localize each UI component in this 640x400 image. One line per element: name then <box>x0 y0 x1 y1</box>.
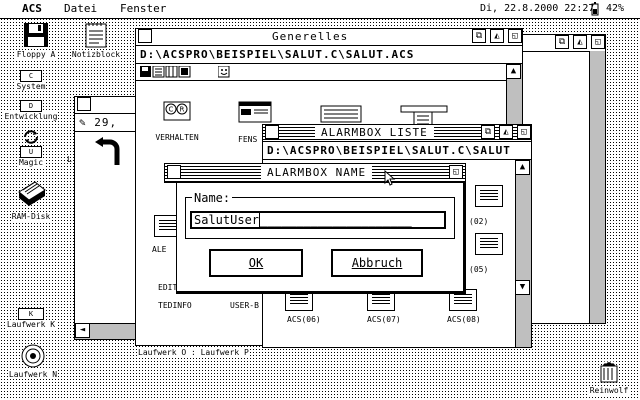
dialog-title: ALARMBOX NAME <box>261 166 373 179</box>
resize-box-icon[interactable]: ◱ <box>449 165 463 179</box>
alert-item-icon[interactable] <box>475 185 503 207</box>
horizontal-scrollbar[interactable]: ◄ <box>75 323 141 339</box>
scroll-down-arrow-icon[interactable]: ▼ <box>515 280 530 295</box>
ok-button[interactable]: OK <box>209 249 303 277</box>
dialog-object-icon[interactable] <box>320 105 362 123</box>
close-box-icon[interactable] <box>167 165 181 179</box>
magic-cycle-icon <box>24 130 38 144</box>
vertical-scrollbar[interactable] <box>589 51 605 323</box>
cd-icon <box>21 344 45 368</box>
window-background-right[interactable]: ⧉ ◭ ◱ <box>522 34 606 324</box>
full-box-icon[interactable]: ◭ <box>490 29 504 43</box>
resize-box-icon[interactable]: ◱ <box>508 29 522 43</box>
iconify-box-icon[interactable]: ⧉ <box>481 125 495 139</box>
window-path: D:\ACSPRO\BEISPIEL\SALUT.C\SALUT <box>263 142 531 160</box>
scroll-up-arrow-icon[interactable]: ▲ <box>506 64 521 79</box>
dialog-titlebar-frame[interactable]: ALARMBOX NAME ◱ <box>164 163 466 183</box>
desktop-icon-entwicklung[interactable]: D Entwicklung <box>0 100 62 121</box>
desktop: ACS Datei Fenster Di, 22.8.2000 22:27 42… <box>0 0 640 400</box>
window-titlebar[interactable]: ALARMBOX LISTE ⧉ ◭ ◱ <box>263 125 531 142</box>
desktop-icon-ram-disk[interactable]: RAM-Disk <box>4 176 58 221</box>
trash-wolf-icon <box>600 360 618 383</box>
undo-arrow-icon <box>95 137 120 165</box>
menu-acs[interactable]: ACS <box>22 0 42 18</box>
clock: Di, 22.8.2000 22:27 <box>480 3 595 14</box>
iconify-box-icon[interactable]: ⧉ <box>555 35 569 49</box>
window-path: D:\ACSPRO\BEISPIEL\SALUT.C\SALUT.ACS <box>136 46 522 64</box>
name-field-frame: Name: SalutUser_____________________ <box>185 191 455 239</box>
drive-u-icon: U <box>20 146 42 158</box>
ram-chip-icon <box>18 181 46 206</box>
item-verhalten[interactable]: CR VERHALTEN <box>152 101 202 144</box>
alert-item-icon[interactable] <box>475 233 503 255</box>
pin-icon: ✎ <box>79 116 87 129</box>
scroll-up-arrow-icon[interactable]: ▲ <box>515 160 530 175</box>
window-title: Generelles <box>266 30 355 43</box>
window-titlebar[interactable] <box>75 97 141 114</box>
drive-k-icon: K <box>18 308 44 320</box>
window-background-left[interactable]: ✎ 29, L ◄ <box>67 96 142 340</box>
scroll-left-arrow-icon[interactable]: ◄ <box>75 323 90 338</box>
toolbar-tools-icon[interactable] <box>140 66 200 78</box>
desktop-icon-laufwerk-k[interactable]: K Laufwerk K <box>0 308 62 329</box>
name-field-label: Name: <box>192 191 233 205</box>
vertical-scrollbar[interactable]: ▲ ▼ <box>515 160 531 347</box>
window-toolbar <box>136 64 507 81</box>
drives-label: Laufwerk O : Laufwerk P <box>138 348 249 357</box>
floppy-icon <box>24 23 48 47</box>
window-info-line: ✎ 29, <box>75 114 141 132</box>
desktop-icon-notizblock[interactable]: Notizblock <box>66 22 126 59</box>
iconify-box-icon[interactable]: ⧉ <box>472 29 486 43</box>
close-box-icon[interactable] <box>265 125 279 139</box>
window-title: ALARMBOX LISTE <box>315 126 434 139</box>
dialog-alarmbox-name: Name: SalutUser_____________________ OK … <box>176 182 466 294</box>
battery-icon <box>590 0 600 22</box>
menu-bar: ACS Datei Fenster Di, 22.8.2000 22:27 42… <box>0 0 640 19</box>
close-box-icon[interactable] <box>138 29 152 43</box>
notepad-icon <box>85 23 107 48</box>
resize-box-icon[interactable]: ◱ <box>517 125 531 139</box>
full-box-icon[interactable]: ◭ <box>573 35 587 49</box>
mouse-pointer-icon <box>384 170 396 186</box>
resize-box-icon[interactable]: ◱ <box>591 35 605 49</box>
window-titlebar[interactable]: Generelles ⧉ ◭ ◱ <box>136 29 522 46</box>
cancel-button[interactable]: Abbruch <box>331 249 423 277</box>
name-input[interactable]: SalutUser_____________________ <box>190 211 446 229</box>
desktop-icon-floppy-a[interactable]: Floppy A <box>4 22 68 59</box>
svg-text:R: R <box>180 106 185 114</box>
drive-d-icon: D <box>20 100 42 112</box>
svg-text:C: C <box>169 106 174 114</box>
desktop-icon-reinwolf[interactable]: Reinwolf <box>584 356 634 395</box>
desktop-icon-magic[interactable]: U Magic <box>4 130 58 167</box>
drive-c-icon: C <box>20 70 42 82</box>
full-box-icon[interactable]: ◭ <box>499 125 513 139</box>
window-titlebar[interactable]: ⧉ ◭ ◱ <box>523 35 605 52</box>
battery-level: 42% <box>606 3 625 14</box>
window-object-icon <box>238 101 272 123</box>
smiley-icon[interactable] <box>218 66 230 78</box>
dialog-titlebar[interactable]: ALARMBOX NAME ◱ <box>165 164 465 183</box>
menu-fenster[interactable]: Fenster <box>120 0 166 18</box>
close-box-icon[interactable] <box>77 97 91 111</box>
copyright-registered-icon: CR <box>163 101 191 121</box>
desktop-icon-laufwerk-n[interactable]: Laufwerk N <box>0 344 66 379</box>
menu-datei[interactable]: Datei <box>64 0 97 18</box>
desktop-icon-system[interactable]: C System <box>4 70 58 91</box>
